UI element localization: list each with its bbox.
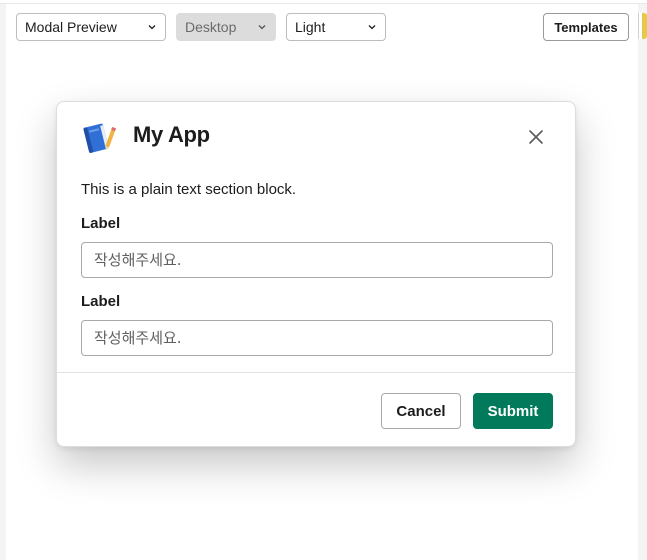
chevron-down-icon <box>148 25 156 30</box>
chevron-down-icon <box>368 25 376 30</box>
device-value: Desktop <box>185 19 237 35</box>
field-label-2: Label <box>81 293 121 310</box>
close-button[interactable] <box>523 124 549 150</box>
submit-button[interactable]: Submit <box>473 393 553 429</box>
modal-title: My App <box>133 122 210 147</box>
close-icon <box>529 130 543 144</box>
preview-mode-select[interactable]: Modal Preview <box>16 13 166 41</box>
blue-book-pencil-icon <box>83 123 116 153</box>
text-input-2[interactable] <box>81 320 553 356</box>
field-label-1: Label <box>81 215 121 232</box>
side-panel-edge <box>638 13 647 39</box>
chevron-down-icon <box>258 25 266 30</box>
device-select[interactable]: Desktop <box>176 13 276 41</box>
section-text: This is a plain text section block. <box>81 181 297 198</box>
text-input-1[interactable] <box>81 242 553 278</box>
footer-divider <box>57 372 575 373</box>
preview-mode-value: Modal Preview <box>25 19 117 35</box>
theme-value: Light <box>295 19 326 35</box>
templates-button[interactable]: Templates <box>543 13 629 41</box>
theme-select[interactable]: Light <box>286 13 386 41</box>
cancel-button[interactable]: Cancel <box>381 393 461 429</box>
modal-dialog: My App This is a plain text section bloc… <box>56 101 576 447</box>
